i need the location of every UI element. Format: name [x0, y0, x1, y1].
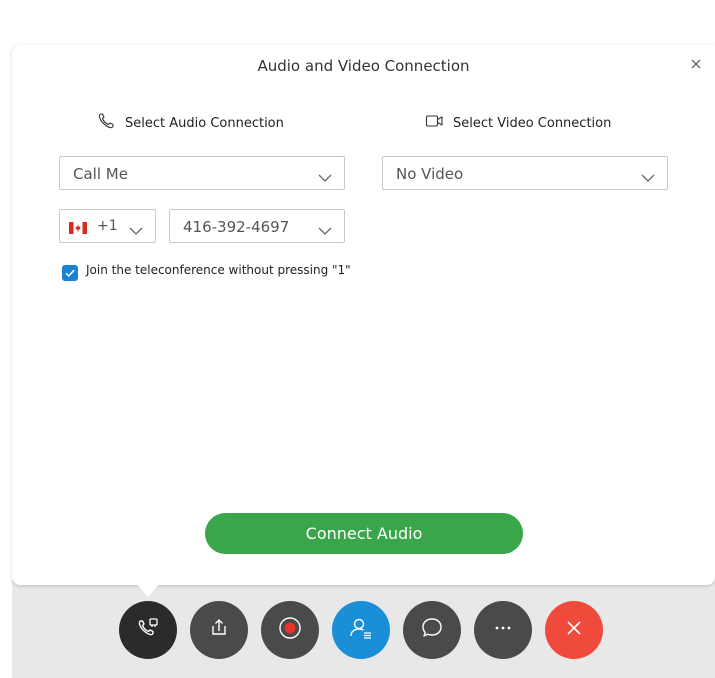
chevron-down-icon — [641, 169, 655, 187]
country-code-select[interactable]: +1 — [59, 209, 156, 243]
chevron-down-icon — [129, 222, 143, 240]
record-button[interactable] — [261, 601, 319, 659]
join-without-pressing-1-label: Join the teleconference without pressing… — [86, 263, 351, 277]
end-meeting-button[interactable] — [545, 601, 603, 659]
record-icon — [276, 614, 304, 646]
video-camera-icon — [425, 113, 453, 133]
video-connection-value: No Video — [396, 165, 464, 183]
audio-section-label: Select Audio Connection — [125, 115, 284, 131]
checkmark-icon — [65, 269, 75, 278]
connect-audio-button[interactable]: Connect Audio — [205, 513, 523, 554]
more-button[interactable] — [474, 601, 532, 659]
dialog-pointer — [136, 583, 160, 597]
close-icon — [560, 614, 588, 646]
audio-section-heading: Select Audio Connection — [97, 113, 284, 133]
chevron-down-icon — [318, 222, 332, 240]
participants-icon — [347, 614, 375, 646]
video-section-label: Select Video Connection — [453, 115, 612, 131]
participants-button[interactable] — [332, 601, 390, 659]
country-code-value: +1 — [97, 218, 118, 234]
video-section-heading: Select Video Connection — [425, 113, 611, 133]
share-icon — [205, 614, 233, 646]
join-without-pressing-1-checkbox[interactable] — [62, 265, 78, 281]
phone-number-select[interactable]: 416-392-4697 — [169, 209, 345, 243]
phone-settings-icon — [134, 614, 162, 646]
audio-connection-select[interactable]: Call Me — [59, 156, 345, 190]
canada-flag-icon — [69, 220, 87, 238]
audio-video-connection-dialog: Audio and Video Connection Select Audio … — [12, 45, 715, 585]
chevron-down-icon — [318, 169, 332, 187]
phone-icon — [97, 112, 125, 134]
chat-button[interactable] — [403, 601, 461, 659]
audio-connection-value: Call Me — [73, 165, 128, 183]
more-icon — [489, 614, 517, 646]
chat-icon — [418, 614, 446, 646]
audio-settings-button[interactable] — [119, 601, 177, 659]
video-connection-select[interactable]: No Video — [382, 156, 668, 190]
share-button[interactable] — [190, 601, 248, 659]
close-icon[interactable] — [687, 55, 705, 73]
phone-number-value: 416-392-4697 — [183, 218, 290, 236]
dialog-title: Audio and Video Connection — [257, 57, 470, 75]
